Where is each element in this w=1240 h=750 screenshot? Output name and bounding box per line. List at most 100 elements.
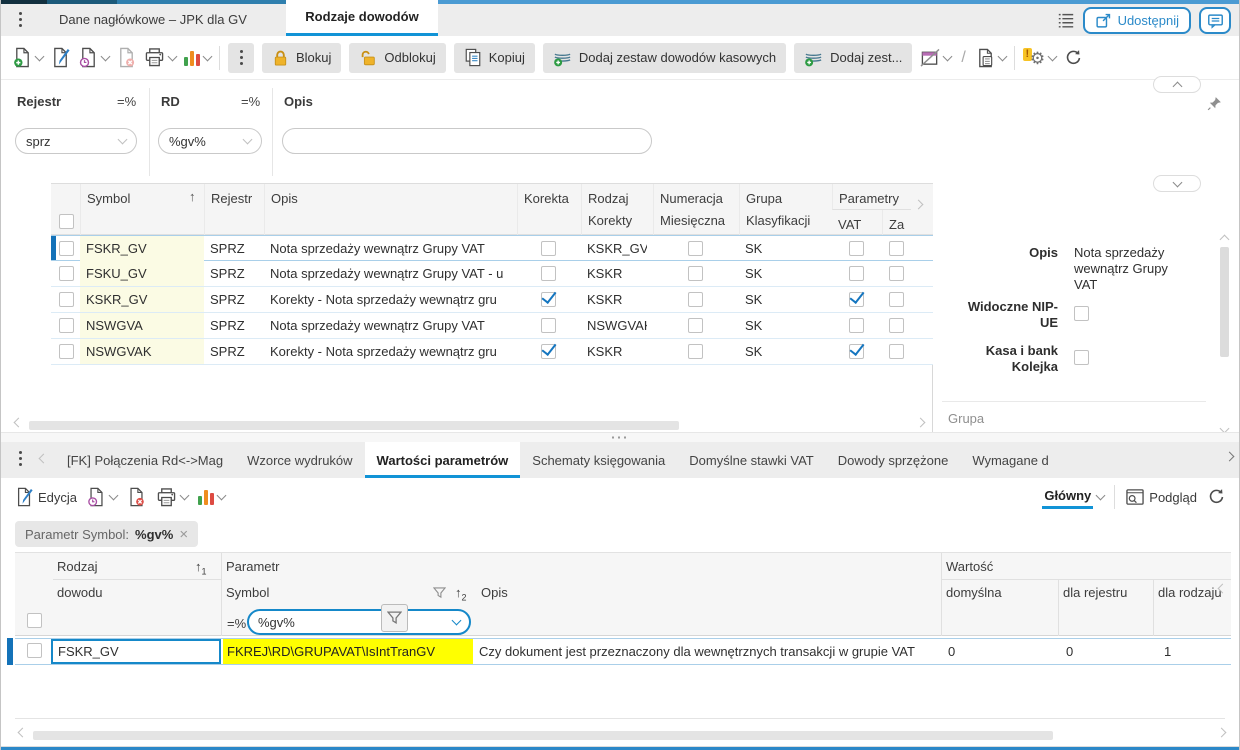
filter-operator[interactable]: =% bbox=[241, 94, 260, 109]
delete-document-button[interactable] bbox=[117, 47, 136, 68]
glowny-view-selector[interactable]: Główny bbox=[1042, 486, 1106, 509]
col-parametry-group[interactable]: Parametry bbox=[832, 184, 911, 210]
kopiuj-button[interactable]: Kopiuj bbox=[453, 42, 535, 73]
za-checkbox[interactable] bbox=[889, 318, 904, 333]
refresh-button[interactable] bbox=[1207, 488, 1225, 506]
widoczne-nip-ue-checkbox[interactable] bbox=[1074, 306, 1089, 321]
print-button[interactable] bbox=[156, 487, 190, 507]
splitter-grip-icon[interactable] bbox=[610, 436, 630, 439]
filter-operator[interactable]: =% bbox=[117, 94, 136, 109]
vat-checkbox[interactable] bbox=[849, 292, 864, 307]
col-parametr-symbol[interactable]: Parametr bbox=[226, 557, 279, 577]
korekta-checkbox[interactable] bbox=[541, 292, 556, 307]
tabs-scroll-left-icon[interactable] bbox=[38, 453, 49, 464]
chart-button[interactable] bbox=[184, 50, 213, 66]
row-checkbox[interactable] bbox=[59, 344, 74, 359]
sort-asc-2-icon[interactable]: ↑2 bbox=[455, 583, 467, 608]
scrollbar-thumb[interactable] bbox=[33, 731, 1053, 740]
dodaj-zestaw-button[interactable]: Dodaj zest... bbox=[794, 42, 913, 73]
col-rejestr[interactable]: Rejestr bbox=[204, 184, 264, 236]
numeracja-checkbox[interactable] bbox=[688, 292, 703, 307]
chevron-down-icon[interactable] bbox=[100, 51, 111, 61]
chevron-down-icon[interactable] bbox=[997, 51, 1008, 61]
tab-wymagane[interactable]: Wymagane d bbox=[960, 442, 1060, 478]
sort-asc-1-icon[interactable]: ↑1 bbox=[195, 557, 207, 582]
col-korekta[interactable]: Korekta bbox=[517, 184, 581, 236]
korekta-checkbox[interactable] bbox=[541, 318, 556, 333]
tab-schematy-ksiegowania[interactable]: Schematy księgowania bbox=[520, 442, 677, 478]
sort-asc-icon[interactable]: ↑ bbox=[189, 189, 196, 204]
collapse-filter-button[interactable] bbox=[1153, 76, 1201, 93]
chevron-down-icon[interactable] bbox=[942, 51, 953, 61]
select-all-checkbox[interactable] bbox=[59, 214, 74, 229]
more-button[interactable] bbox=[228, 42, 254, 73]
numeracja-checkbox[interactable] bbox=[688, 344, 703, 359]
podglad-button[interactable]: Podgląd bbox=[1125, 488, 1197, 506]
delete-document-button[interactable] bbox=[127, 487, 146, 507]
col-dla-rodzaju[interactable]: dla rodzaju bbox=[1158, 583, 1222, 603]
col-rodzaj-dowodu[interactable]: dowodu bbox=[57, 583, 103, 603]
select-all-checkbox[interactable] bbox=[27, 613, 42, 628]
calculator-button[interactable] bbox=[976, 48, 1008, 68]
korekta-checkbox[interactable] bbox=[541, 241, 556, 256]
chevron-down-icon[interactable] bbox=[34, 51, 45, 61]
filter-opis-input[interactable] bbox=[282, 128, 652, 154]
chevron-down-icon[interactable] bbox=[1095, 490, 1106, 501]
kasa-i-bank-checkbox[interactable] bbox=[1074, 350, 1089, 365]
scroll-left-icon[interactable] bbox=[17, 727, 28, 738]
numeracja-checkbox[interactable] bbox=[688, 266, 703, 281]
symbol-filter-combo[interactable]: %gv% bbox=[247, 609, 471, 635]
vat-checkbox[interactable] bbox=[849, 344, 864, 359]
scrollbar-thumb[interactable] bbox=[29, 421, 679, 430]
scroll-right-icon[interactable] bbox=[915, 417, 926, 428]
col-dla-rejestru[interactable]: dla rejestru bbox=[1063, 583, 1127, 603]
close-icon[interactable]: × bbox=[179, 526, 188, 543]
share-button[interactable]: Udostępnij bbox=[1082, 7, 1191, 34]
scroll-right-icon[interactable] bbox=[913, 199, 924, 210]
filter-operator[interactable]: =% bbox=[227, 614, 246, 634]
chevron-down-icon[interactable] bbox=[202, 51, 213, 61]
col-rodzaj-korekty[interactable]: Rodzaj Korekty bbox=[581, 184, 653, 236]
cell-rodzaj-dowodu[interactable]: FSKR_GV bbox=[51, 639, 221, 664]
vat-checkbox[interactable] bbox=[849, 241, 864, 256]
tab-wzorce-wydrukow[interactable]: Wzorce wydruków bbox=[235, 442, 364, 478]
col-opis[interactable]: Opis bbox=[264, 184, 517, 236]
list-icon[interactable] bbox=[1057, 12, 1075, 29]
vat-checkbox[interactable] bbox=[849, 318, 864, 333]
tab-menu-kebab-icon[interactable] bbox=[19, 12, 22, 15]
chevron-down-icon[interactable] bbox=[1047, 51, 1058, 61]
row-checkbox[interactable] bbox=[27, 643, 42, 658]
col-grupa-klasyfikacji[interactable]: Grupa Klasyfikacji bbox=[739, 184, 832, 236]
horizontal-scrollbar[interactable] bbox=[11, 417, 931, 432]
za-checkbox[interactable] bbox=[889, 241, 904, 256]
filter-chip[interactable]: Parametr Symbol: %gv% × bbox=[15, 521, 199, 547]
send-button[interactable] bbox=[920, 48, 953, 67]
dodaj-zestaw-kasowych-button[interactable]: Dodaj zestaw dowodów kasowych bbox=[542, 42, 787, 73]
tabs-scroll-right-icon[interactable] bbox=[1224, 451, 1235, 462]
chart-button[interactable] bbox=[198, 489, 227, 505]
tab-wartosci-parametrow[interactable]: Wartości parametrów bbox=[364, 442, 521, 478]
chevron-down-icon[interactable] bbox=[179, 490, 190, 501]
pin-icon[interactable] bbox=[1207, 96, 1222, 114]
col-symbol[interactable]: Symbol bbox=[80, 184, 204, 236]
za-checkbox[interactable] bbox=[889, 292, 904, 307]
korekta-checkbox[interactable] bbox=[541, 344, 556, 359]
cell-parametr-symbol[interactable]: FKREJ\RD\GRUPAVAT\IsIntTranGV bbox=[223, 639, 473, 664]
numeracja-checkbox[interactable] bbox=[688, 318, 703, 333]
col-numeracja[interactable]: Numeracja Miesięczna bbox=[653, 184, 739, 236]
row-checkbox[interactable] bbox=[59, 266, 74, 281]
col-parametr-symbol[interactable]: Symbol bbox=[226, 583, 269, 603]
chat-button[interactable] bbox=[1199, 7, 1231, 34]
scrollbar-thumb[interactable] bbox=[1220, 247, 1229, 357]
col-za[interactable]: Za bbox=[882, 210, 911, 236]
bottom-horizontal-scrollbar[interactable] bbox=[1, 727, 1239, 742]
document-history-button[interactable] bbox=[87, 487, 119, 507]
bottom-tabs-kebab-icon[interactable] bbox=[19, 451, 22, 454]
expand-filter-button[interactable] bbox=[1153, 175, 1201, 192]
filter-rejestr-combo[interactable]: sprz bbox=[15, 128, 137, 154]
vat-checkbox[interactable] bbox=[849, 266, 864, 281]
chevron-down-icon[interactable] bbox=[167, 51, 178, 61]
document-history-button[interactable] bbox=[79, 47, 111, 68]
edycja-button[interactable]: Edycja bbox=[15, 487, 77, 507]
col-domyslna[interactable]: domyślna bbox=[946, 583, 1002, 603]
